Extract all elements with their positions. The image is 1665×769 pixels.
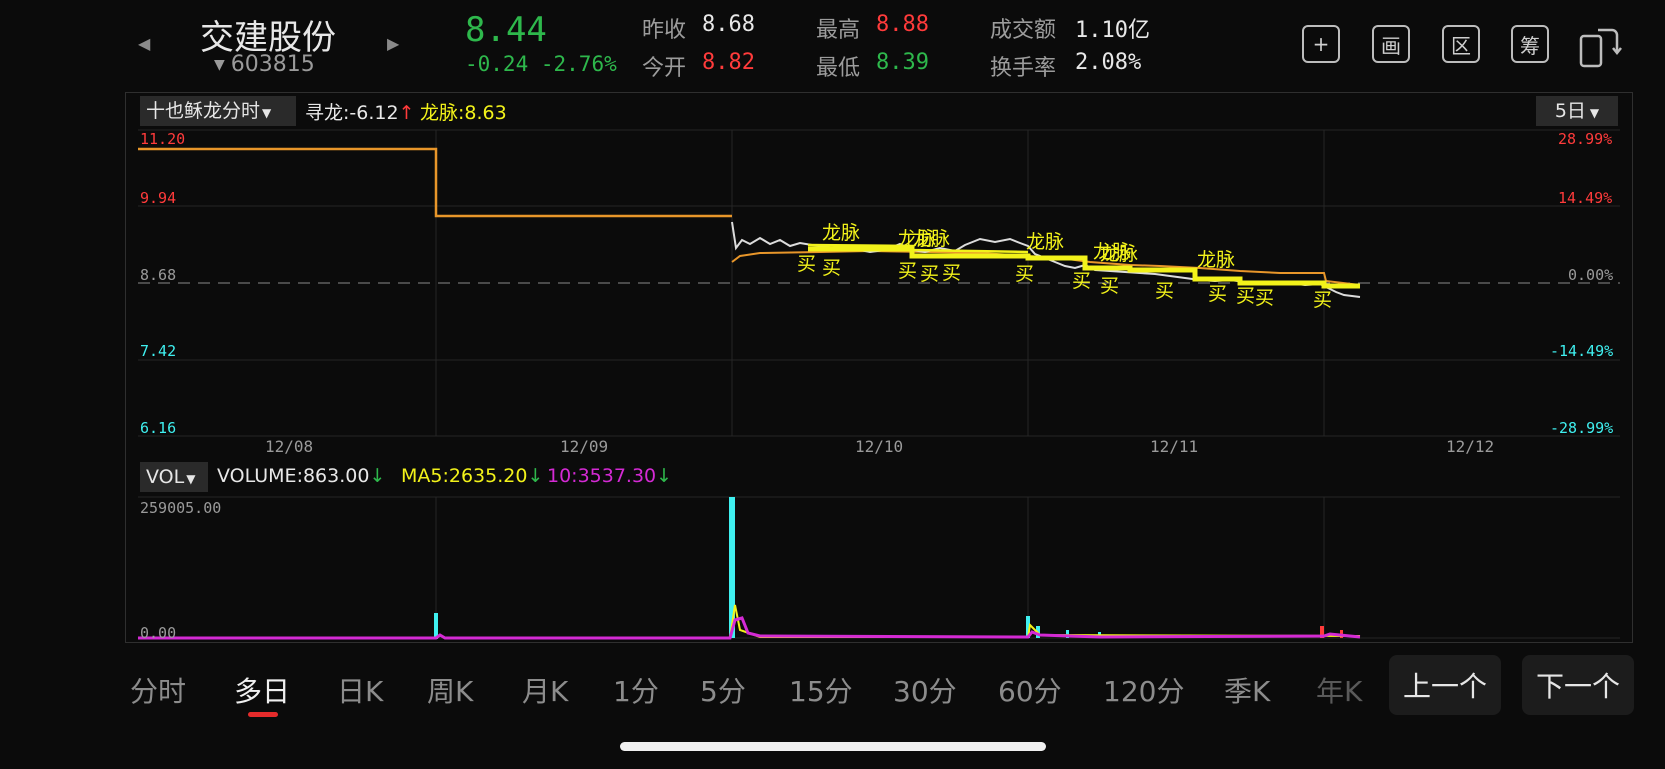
caret-down-icon: ▼ bbox=[1589, 106, 1600, 120]
active-tab-indicator bbox=[248, 712, 278, 717]
signal-longmai: 龙脉 bbox=[1026, 231, 1064, 253]
tab-120min[interactable]: 120分 bbox=[1103, 670, 1184, 710]
signal-buy: 买 bbox=[822, 257, 841, 279]
x-date-label: 12/11 bbox=[1150, 437, 1199, 456]
volume-indicator-selector[interactable]: VOL ▼ bbox=[140, 462, 208, 492]
volume-y-top: 259005.00 bbox=[140, 499, 222, 517]
tab-yearly-k[interactable]: 年K bbox=[1316, 670, 1362, 710]
y-label-pct: 28.99% bbox=[1558, 130, 1613, 148]
tab-1min[interactable]: 1分 bbox=[613, 670, 659, 710]
ma10-value: 10:3537.30↓ bbox=[547, 465, 673, 487]
period-selector[interactable]: 5日 ▼ bbox=[1536, 96, 1618, 126]
tab-5min[interactable]: 5分 bbox=[700, 670, 746, 710]
signal-buy: 买 bbox=[797, 253, 816, 275]
signal-buy: 买 bbox=[1015, 263, 1034, 285]
indicator-selector[interactable]: 十也稣龙分时 ▼ bbox=[140, 96, 296, 126]
x-date-label: 12/10 bbox=[855, 437, 904, 456]
y-label: 8.68 bbox=[140, 266, 177, 284]
home-indicator[interactable] bbox=[620, 742, 1046, 751]
tab-60min[interactable]: 60分 bbox=[998, 670, 1062, 710]
signal-buy: 买 bbox=[1100, 275, 1119, 297]
ma5-value: MA5:2635.20↓ bbox=[401, 465, 544, 487]
volume-value: VOLUME:863.00↓ bbox=[217, 465, 386, 487]
signal-buy: 买 bbox=[898, 260, 917, 282]
signal-buy: 买 bbox=[942, 262, 961, 284]
caret-down-icon: ▼ bbox=[262, 106, 272, 120]
x-date-label: 12/08 bbox=[265, 437, 314, 456]
signal-buy: 买 bbox=[1208, 283, 1227, 305]
signal-buy: 买 bbox=[1313, 289, 1332, 311]
next-button[interactable]: 下一个 bbox=[1522, 655, 1634, 715]
tab-quarterly-k[interactable]: 季K bbox=[1224, 670, 1270, 710]
signal-buy: 买 bbox=[920, 263, 939, 285]
tab-daily-k[interactable]: 日K bbox=[337, 670, 383, 710]
tab-15min[interactable]: 15分 bbox=[789, 670, 853, 710]
tab-monthly-k[interactable]: 月K bbox=[522, 670, 568, 710]
prev-button[interactable]: 上一个 bbox=[1389, 655, 1501, 715]
tab-intraday[interactable]: 分时 bbox=[130, 670, 186, 710]
x-date-label: 12/09 bbox=[560, 437, 609, 456]
signal-buy: 买 bbox=[1236, 285, 1255, 307]
y-label-pct: -28.99% bbox=[1550, 419, 1614, 437]
y-label: 6.16 bbox=[140, 419, 177, 437]
caret-down-icon: ▼ bbox=[186, 472, 196, 486]
y-label-pct: 0.00% bbox=[1568, 266, 1614, 284]
y-label: 9.94 bbox=[140, 189, 177, 207]
volume-bars bbox=[434, 497, 1343, 639]
y-label: 7.42 bbox=[140, 342, 177, 360]
signal-buy: 买 bbox=[1072, 270, 1091, 292]
volume-y-bottom: 0.00 bbox=[140, 624, 177, 642]
signal-longmai: 龙脉 bbox=[1197, 249, 1235, 271]
longmai-value: 龙脉:8.63 bbox=[420, 102, 507, 124]
y-label-pct: 14.49% bbox=[1558, 189, 1613, 207]
tab-weekly-k[interactable]: 周K bbox=[427, 670, 473, 710]
y-label-pct: -14.49% bbox=[1550, 342, 1614, 360]
xunlong-value: 寻龙:-6.12↑ bbox=[305, 102, 415, 124]
x-date-label: 12/12 bbox=[1446, 437, 1495, 456]
signal-longmai: 龙脉 bbox=[912, 228, 950, 250]
tab-multiday[interactable]: 多日 bbox=[234, 670, 290, 710]
signal-longmai: 龙脉 bbox=[822, 222, 860, 244]
signal-buy: 买 bbox=[1255, 287, 1274, 309]
signal-buy: 买 bbox=[1155, 280, 1174, 302]
tab-30min[interactable]: 30分 bbox=[893, 670, 957, 710]
up-arrow-icon: ↑ bbox=[398, 102, 415, 124]
y-label: 11.20 bbox=[140, 130, 186, 148]
signal-longmai: 龙脉 bbox=[1100, 243, 1138, 265]
